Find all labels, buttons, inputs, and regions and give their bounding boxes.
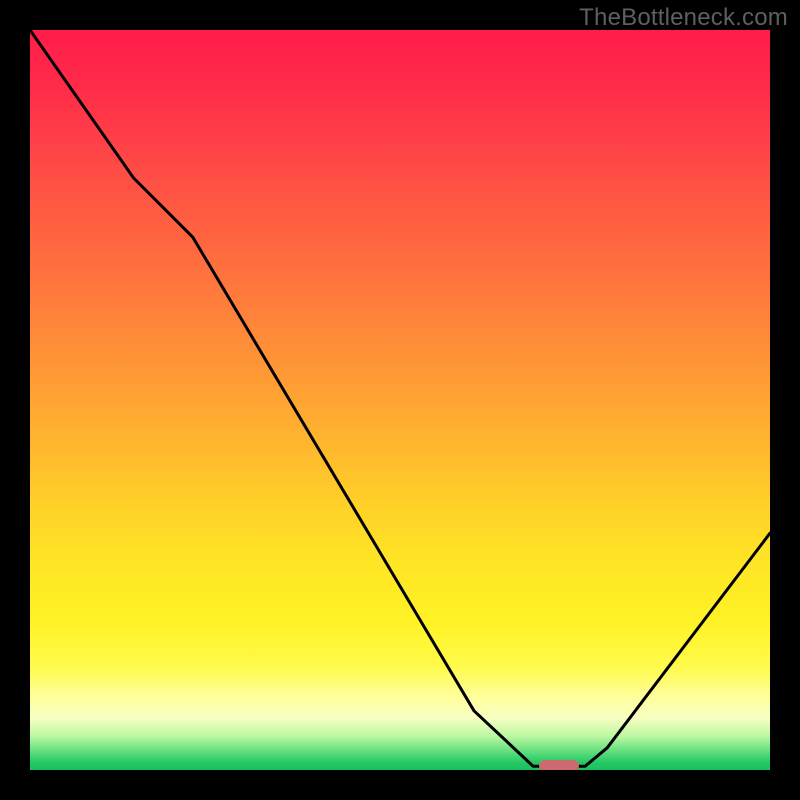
- watermark-text: TheBottleneck.com: [579, 4, 788, 32]
- bottleneck-curve: [30, 30, 770, 770]
- plot-area: [30, 30, 770, 770]
- curve-path: [30, 30, 770, 766]
- chart-frame: TheBottleneck.com: [0, 0, 800, 800]
- optimal-marker: [539, 760, 579, 770]
